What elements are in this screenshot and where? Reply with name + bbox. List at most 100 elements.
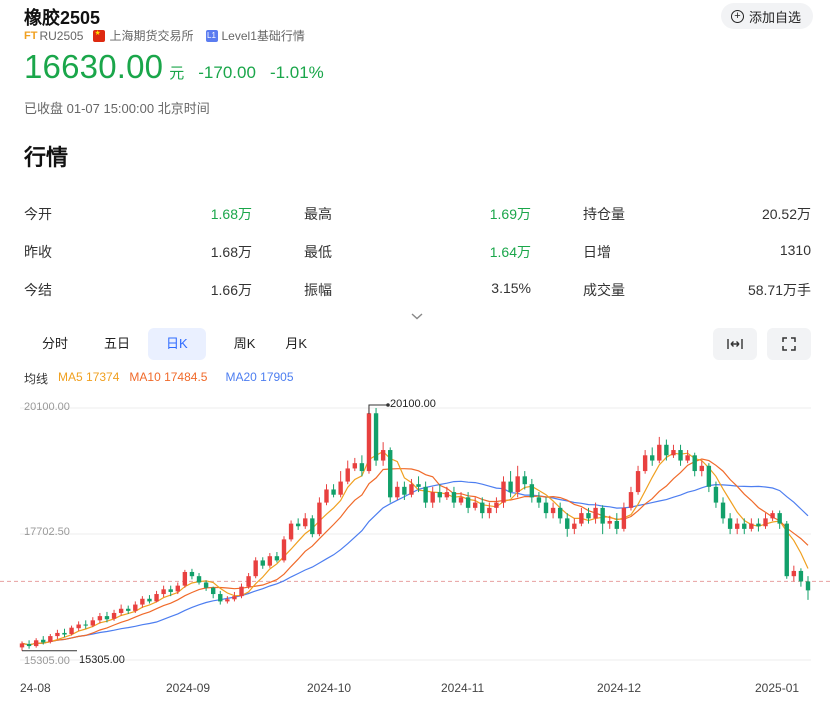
candle-body [529, 484, 535, 498]
x-tick-3: 2024-11 [441, 681, 485, 695]
candle-body [416, 484, 421, 487]
candle-body [579, 513, 584, 524]
tab-3[interactable]: 周K [216, 328, 274, 360]
candle-body [83, 624, 88, 626]
candle-body [699, 465, 704, 472]
candle-body [742, 523, 747, 529]
stat-label: 日增 [583, 244, 611, 260]
candle-body [770, 513, 775, 519]
candle-body [444, 492, 450, 498]
stats-row: 昨收 1.68万 最低 1.64万 日增 1310 [24, 242, 811, 262]
candle-body [196, 576, 202, 583]
tab-1[interactable]: 五日 [86, 328, 148, 360]
candle-body [621, 507, 627, 529]
stats-row: 今结 1.66万 振幅 3.15% 成交量 58.71万手 [24, 280, 811, 300]
candle-body [338, 481, 343, 495]
candle-body [494, 502, 499, 508]
candle-body [685, 455, 690, 461]
candle-body [749, 523, 754, 529]
futures-tag: FT [24, 29, 38, 42]
instrument-meta: FT RU2505 上海期货交易所 L1 Level1基础行情 [24, 27, 305, 44]
ma20-line [21, 480, 809, 646]
candle-body [225, 599, 230, 602]
chevron-down-icon[interactable] [410, 310, 424, 324]
candle-body [303, 518, 308, 527]
level-label: Level1基础行情 [221, 29, 305, 43]
candle-body [798, 570, 804, 582]
candle-body [487, 507, 492, 514]
min-price-label: 15305.00 [79, 654, 125, 666]
candle-body [607, 520, 612, 524]
candle-body [763, 518, 768, 527]
price-change-pct: -1.01% [269, 63, 324, 82]
max-price-leader [368, 404, 388, 414]
candle-body [26, 643, 32, 647]
stat-value: 20.52万 [761, 206, 811, 222]
add-watchlist-button[interactable]: + 添加自选 [720, 3, 813, 29]
legend-ma5: MA5 17374 [58, 370, 120, 384]
candle-body [267, 556, 273, 566]
candle-body [557, 507, 563, 519]
fullscreen-button[interactable] [767, 328, 811, 360]
stat-value: 1.68万 [210, 244, 252, 260]
candle-body [324, 489, 329, 503]
tab-0[interactable]: 分时 [24, 328, 86, 360]
market-status: 已收盘 01-07 15:00:00 北京时间 [24, 101, 210, 116]
candle-body [437, 492, 442, 498]
candle-body [430, 492, 435, 503]
candlestick-chart[interactable] [0, 390, 831, 680]
candle-body [635, 471, 641, 493]
candle-body [805, 581, 811, 591]
candle-body [189, 571, 195, 577]
stat-value: 58.71万手 [747, 282, 811, 298]
ma-legend: 均线 MA5 17374 MA10 17484.5 MA20 17905 [24, 370, 304, 387]
candle-body [388, 450, 393, 498]
stat-value: 1.66万 [210, 282, 252, 298]
candle-body [756, 523, 761, 527]
candle-body [310, 518, 315, 535]
candle-body [472, 502, 478, 508]
candle-body [692, 455, 697, 472]
candle-body [713, 486, 719, 503]
candle-body [111, 612, 117, 619]
stat-label: 今开 [24, 206, 52, 222]
candle-body [522, 476, 527, 485]
stat-value: 1.69万 [489, 206, 531, 222]
candle-body [203, 582, 209, 588]
candle-body [650, 455, 655, 461]
candle-body [126, 608, 131, 611]
candle-body [720, 502, 726, 519]
candle-body [657, 444, 662, 461]
candle-body [232, 596, 237, 600]
fit-width-button[interactable] [713, 328, 757, 360]
x-tick-4: 2024-12 [597, 681, 642, 695]
candle-body [586, 513, 591, 519]
candle-body [423, 486, 428, 503]
candle-body [69, 627, 74, 634]
stat-label: 持仓量 [583, 206, 625, 222]
stat-value: 1.68万 [210, 206, 252, 222]
candle-body [380, 450, 386, 461]
candle-body [784, 523, 789, 577]
stat-value: 1.64万 [489, 244, 531, 260]
y-tick-min: 15305.00 [24, 655, 70, 667]
tab-4[interactable]: 月K [273, 328, 319, 360]
candle-body [97, 616, 103, 621]
candle-body [288, 523, 294, 540]
candle-body [182, 571, 188, 586]
candle-body [501, 481, 506, 503]
candle-body [55, 632, 60, 637]
fit-width-icon [727, 339, 743, 349]
candle-body [19, 643, 25, 648]
candle-body [175, 585, 180, 592]
legend-ma20: MA20 17905 [225, 370, 294, 384]
stat-label: 昨收 [24, 244, 52, 260]
stat-label: 今结 [24, 282, 52, 298]
candle-body [161, 589, 166, 595]
candle-body [600, 507, 605, 524]
candle-body [395, 486, 400, 498]
candle-body [41, 639, 46, 643]
candle-body [565, 518, 570, 529]
candle-body [218, 594, 223, 602]
tab-2[interactable]: 日K [148, 328, 206, 360]
